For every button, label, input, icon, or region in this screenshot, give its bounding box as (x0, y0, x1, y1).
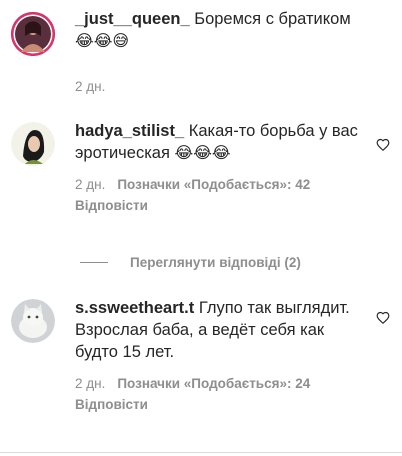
comment-username[interactable]: s.ssweetheart.t (75, 299, 194, 317)
comment-body: s.ssweetheart.t Глупо так выглядит. Взро… (75, 297, 367, 415)
comment-message: Боремся с братиком (194, 10, 351, 28)
comment-body: hadya_stilist_ Какая-то борьба у вас эро… (75, 120, 367, 216)
comment-emoji: 😂😂😂 (174, 143, 231, 162)
comment-time[interactable]: 2 дн. (75, 177, 105, 192)
avatar-image (11, 122, 55, 166)
comment-emoji: 😂😂😅 (75, 31, 130, 50)
comment-meta: 2 дн. (75, 76, 367, 97)
comment-meta: 2 дн. Позначки «Подобається»: 24 Відповіс… (75, 373, 367, 415)
avatar-image (11, 12, 55, 56)
avatar[interactable] (11, 12, 55, 56)
avatar-image (11, 299, 55, 343)
avatar[interactable] (11, 122, 55, 166)
comment-time[interactable]: 2 дн. (75, 79, 105, 94)
comments-feed: _just__queen_ Боремся с братиком 😂😂😅 2 д… (0, 0, 402, 456)
view-replies-label: Переглянути відповіді (2) (130, 254, 301, 270)
view-replies-button[interactable]: Переглянути відповіді (2) (80, 252, 301, 272)
comment-likes[interactable]: Позначки «Подобається»: 24 (117, 376, 310, 391)
reply-button[interactable]: Відповісти (75, 195, 367, 216)
divider-line (80, 261, 108, 263)
comment-username[interactable]: hadya_stilist_ (75, 122, 184, 140)
comment-likes[interactable]: Позначки «Подобається»: 42 (117, 177, 310, 192)
comment-text: s.ssweetheart.t Глупо так выглядит. Взро… (75, 297, 367, 363)
comment-time[interactable]: 2 дн. (75, 376, 105, 391)
heart-outline-icon[interactable] (376, 138, 390, 152)
divider (0, 452, 402, 453)
comment-text: _just__queen_ Боремся с братиком 😂😂😅 (75, 8, 367, 52)
reply-button[interactable]: Відповісти (75, 394, 367, 415)
avatar[interactable] (11, 299, 55, 343)
comment-username[interactable]: _just__queen_ (75, 10, 190, 28)
comment-body: _just__queen_ Боремся с братиком 😂😂😅 2 д… (75, 8, 367, 97)
heart-outline-icon[interactable] (376, 311, 390, 325)
comment-meta: 2 дн. Позначки «Подобається»: 42 Відповіс… (75, 174, 367, 216)
comment-text: hadya_stilist_ Какая-то борьба у вас эро… (75, 120, 367, 164)
